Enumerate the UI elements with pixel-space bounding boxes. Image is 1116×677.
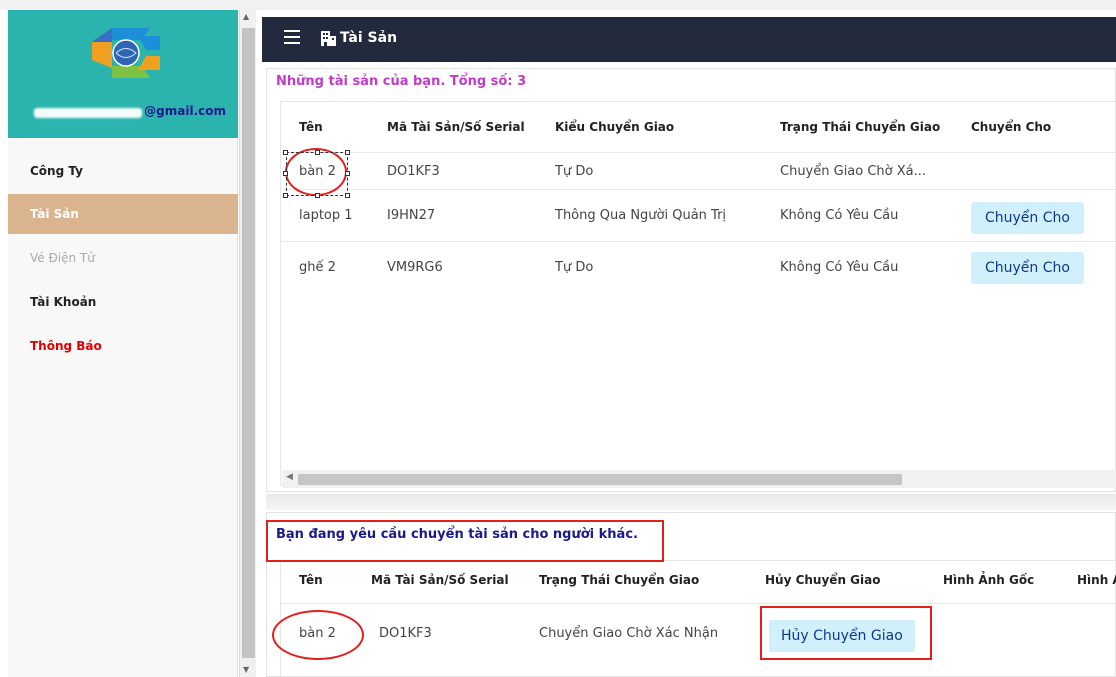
cell-status: Không Có Yêu Cầu xyxy=(780,208,899,223)
row-divider xyxy=(281,603,1116,604)
col-header-ten: Tên xyxy=(299,120,323,134)
sidebar-item-tai-san[interactable]: Tài Sản xyxy=(8,194,238,234)
sidebar-item-cong-ty[interactable]: Công Ty xyxy=(8,151,238,191)
scroll-up-icon[interactable]: ▲ xyxy=(243,12,249,21)
selection-handle xyxy=(345,193,350,198)
col-header-trang-thai: Trạng Thái Chuyển Giao xyxy=(539,573,700,587)
email-redaction xyxy=(34,108,142,118)
sidebar-item-tai-khoan[interactable]: Tài Khoản xyxy=(8,282,238,322)
row-divider xyxy=(281,152,1116,153)
hamburger-icon[interactable] xyxy=(284,30,300,44)
cell-serial: DO1KF3 xyxy=(379,626,432,641)
col-header-kieu: Kiểu Chuyển Giao xyxy=(555,120,675,134)
scrollbar-thumb[interactable] xyxy=(298,474,902,485)
col-header-serial: Mã Tài Sản/Số Serial xyxy=(371,573,509,587)
sidebar-item-ve-dien-tu[interactable]: Vé Điện Tử xyxy=(8,238,238,278)
building-icon xyxy=(321,31,336,46)
panel-divider xyxy=(266,494,1116,510)
col-header-huy: Hủy Chuyển Giao xyxy=(765,573,881,587)
user-email: @gmail.com xyxy=(34,104,234,124)
selection-handle xyxy=(283,171,288,176)
email-text: @gmail.com xyxy=(144,104,226,118)
row-divider xyxy=(281,241,1116,242)
cell-type: Tự Do xyxy=(555,260,594,275)
annotation-box-caption xyxy=(266,520,664,562)
transfer-button[interactable]: Chuyển Cho xyxy=(971,202,1084,234)
selection-box xyxy=(286,152,348,196)
scrollbar-thumb[interactable] xyxy=(242,28,255,658)
assets-caption: Những tài sản của bạn. Tổng số: 3 xyxy=(276,74,527,89)
sidebar-item-thong-bao[interactable]: Thông Báo xyxy=(8,326,238,366)
cell-name: ghế 2 xyxy=(299,260,336,275)
top-bar: Tài Sản xyxy=(262,17,1116,62)
col-header-chuyen-cho: Chuyển Cho xyxy=(971,120,1052,134)
col-header-hinh-anh: Hình Ả xyxy=(1077,573,1116,587)
col-header-hinh-anh-goc: Hình Ảnh Gốc xyxy=(943,573,1035,587)
requests-table: Tên Mã Tài Sản/Số Serial Trạng Thái Chuy… xyxy=(280,560,1116,677)
sidebar-scrollbar[interactable]: ▲ ▼ xyxy=(239,10,256,677)
selection-handle xyxy=(345,150,350,155)
sidebar-header: @gmail.com xyxy=(8,10,238,138)
assets-table: Tên Mã Tài Sản/Số Serial Kiểu Chuyển Gia… xyxy=(280,101,1116,486)
selection-handle xyxy=(315,150,320,155)
scroll-down-icon[interactable]: ▼ xyxy=(243,665,249,674)
cell-serial: VM9RG6 xyxy=(387,260,443,275)
annotation-box-button xyxy=(760,606,932,660)
row-divider xyxy=(281,189,1116,190)
col-header-ten: Tên xyxy=(299,573,323,587)
annotation-ellipse xyxy=(272,610,364,660)
selection-handle xyxy=(345,171,350,176)
selection-handle xyxy=(283,150,288,155)
cell-type: Tự Do xyxy=(555,164,594,179)
selection-handle xyxy=(283,193,288,198)
assets-horizontal-scrollbar[interactable]: ◀ xyxy=(282,470,1116,488)
scroll-left-icon[interactable]: ◀ xyxy=(286,472,293,482)
transfer-button[interactable]: Chuyển Cho xyxy=(971,252,1084,284)
col-header-serial: Mã Tài Sản/Số Serial xyxy=(387,120,525,134)
selection-handle xyxy=(315,193,320,198)
page-title: Tài Sản xyxy=(340,30,398,46)
company-logo-icon xyxy=(92,28,160,78)
col-header-trang-thai: Trạng Thái Chuyển Giao xyxy=(780,120,941,134)
cell-status: Chuyển Giao Chờ Xác Nhận xyxy=(539,626,719,641)
cell-name: laptop 1 xyxy=(299,208,353,223)
cell-status: Chuyển Giao Chờ Xá... xyxy=(780,164,927,179)
cell-serial: I9HN27 xyxy=(387,208,436,223)
cell-serial: DO1KF3 xyxy=(387,164,440,179)
window-top-strip xyxy=(0,0,1116,10)
sidebar: @gmail.com Công Ty Tài Sản Vé Điện Tử Tà… xyxy=(8,10,238,677)
cell-status: Không Có Yêu Cầu xyxy=(780,260,899,275)
cell-type: Thông Qua Người Quản Trị xyxy=(555,208,727,223)
app-window: @gmail.com Công Ty Tài Sản Vé Điện Tử Tà… xyxy=(0,0,1116,677)
